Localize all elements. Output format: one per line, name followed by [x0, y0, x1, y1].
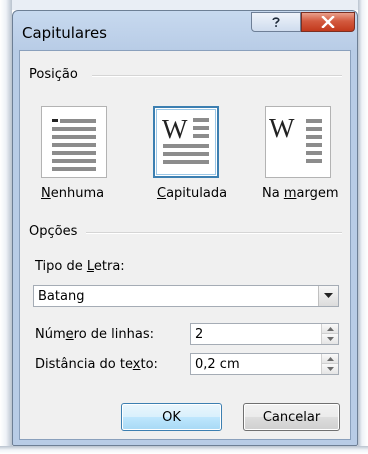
chevron-down-icon	[324, 293, 333, 298]
option-nenhuma-label[interactable]: Nenhuma	[41, 186, 104, 201]
position-group-divider	[92, 75, 342, 77]
distance-value[interactable]: 0,2 cm	[195, 357, 240, 372]
option-capitulada-label[interactable]: Capitulada	[157, 186, 227, 201]
background-window-edge-left	[0, 0, 12, 454]
lines-increment-button[interactable]	[321, 324, 338, 334]
spin-up-arrow-icon	[326, 356, 334, 361]
distance-decrement-button[interactable]	[321, 364, 338, 374]
close-button[interactable]	[301, 12, 355, 32]
spin-down-arrow-icon	[326, 337, 334, 341]
cap-glyph: W	[162, 114, 188, 144]
lines-value[interactable]: 2	[195, 327, 203, 342]
no-dropcap-icon	[52, 119, 96, 171]
options-group-label: Opções	[29, 224, 78, 239]
lines-spinner[interactable]: 2	[190, 323, 339, 345]
dropped-cap-icon: W	[162, 114, 209, 164]
position-group-label: Posição	[29, 67, 78, 82]
distance-spin-buttons	[321, 354, 338, 374]
option-na-margem[interactable]: W	[265, 106, 331, 178]
lines-spin-buttons	[321, 324, 338, 344]
spin-down-arrow-icon	[326, 367, 334, 371]
options-group-divider	[86, 232, 342, 234]
spin-up-arrow-icon	[326, 326, 334, 331]
font-select-value: Batang	[38, 289, 85, 304]
cancel-button[interactable]: Cancelar	[243, 403, 340, 431]
font-label: Tipo de Letra:	[35, 259, 125, 274]
background-window-edge	[0, 0, 368, 10]
dialog-title: Capitulares	[22, 24, 107, 42]
margin-glyph: W	[269, 113, 295, 143]
ok-button[interactable]: OK	[121, 403, 222, 431]
distance-spinner[interactable]: 0,2 cm	[190, 353, 339, 375]
background-window-edge-right	[358, 0, 368, 454]
font-dropdown-button[interactable]	[318, 286, 338, 306]
distance-increment-button[interactable]	[321, 354, 338, 364]
font-select[interactable]: Batang	[33, 285, 339, 307]
dialog-body: Posição Nenhuma W Capitulada W Na margem…	[19, 50, 351, 440]
title-bar[interactable]: Capitulares	[13, 11, 357, 51]
lines-label: Número de linhas:	[35, 327, 154, 342]
option-capitulada[interactable]: W	[153, 106, 219, 178]
question-mark-icon	[272, 17, 280, 27]
lines-decrement-button[interactable]	[321, 334, 338, 344]
close-x-icon	[321, 16, 335, 28]
option-na-margem-label[interactable]: Na margem	[262, 186, 339, 201]
background-window-edge-bottom	[0, 446, 368, 454]
capitulares-dialog: Capitulares Posição Nenhuma W Capitulada…	[12, 10, 358, 446]
option-nenhuma[interactable]	[41, 106, 107, 178]
distance-label: Distância do texto:	[35, 357, 158, 372]
help-button[interactable]	[251, 12, 301, 32]
margin-cap-icon: W	[269, 113, 322, 163]
